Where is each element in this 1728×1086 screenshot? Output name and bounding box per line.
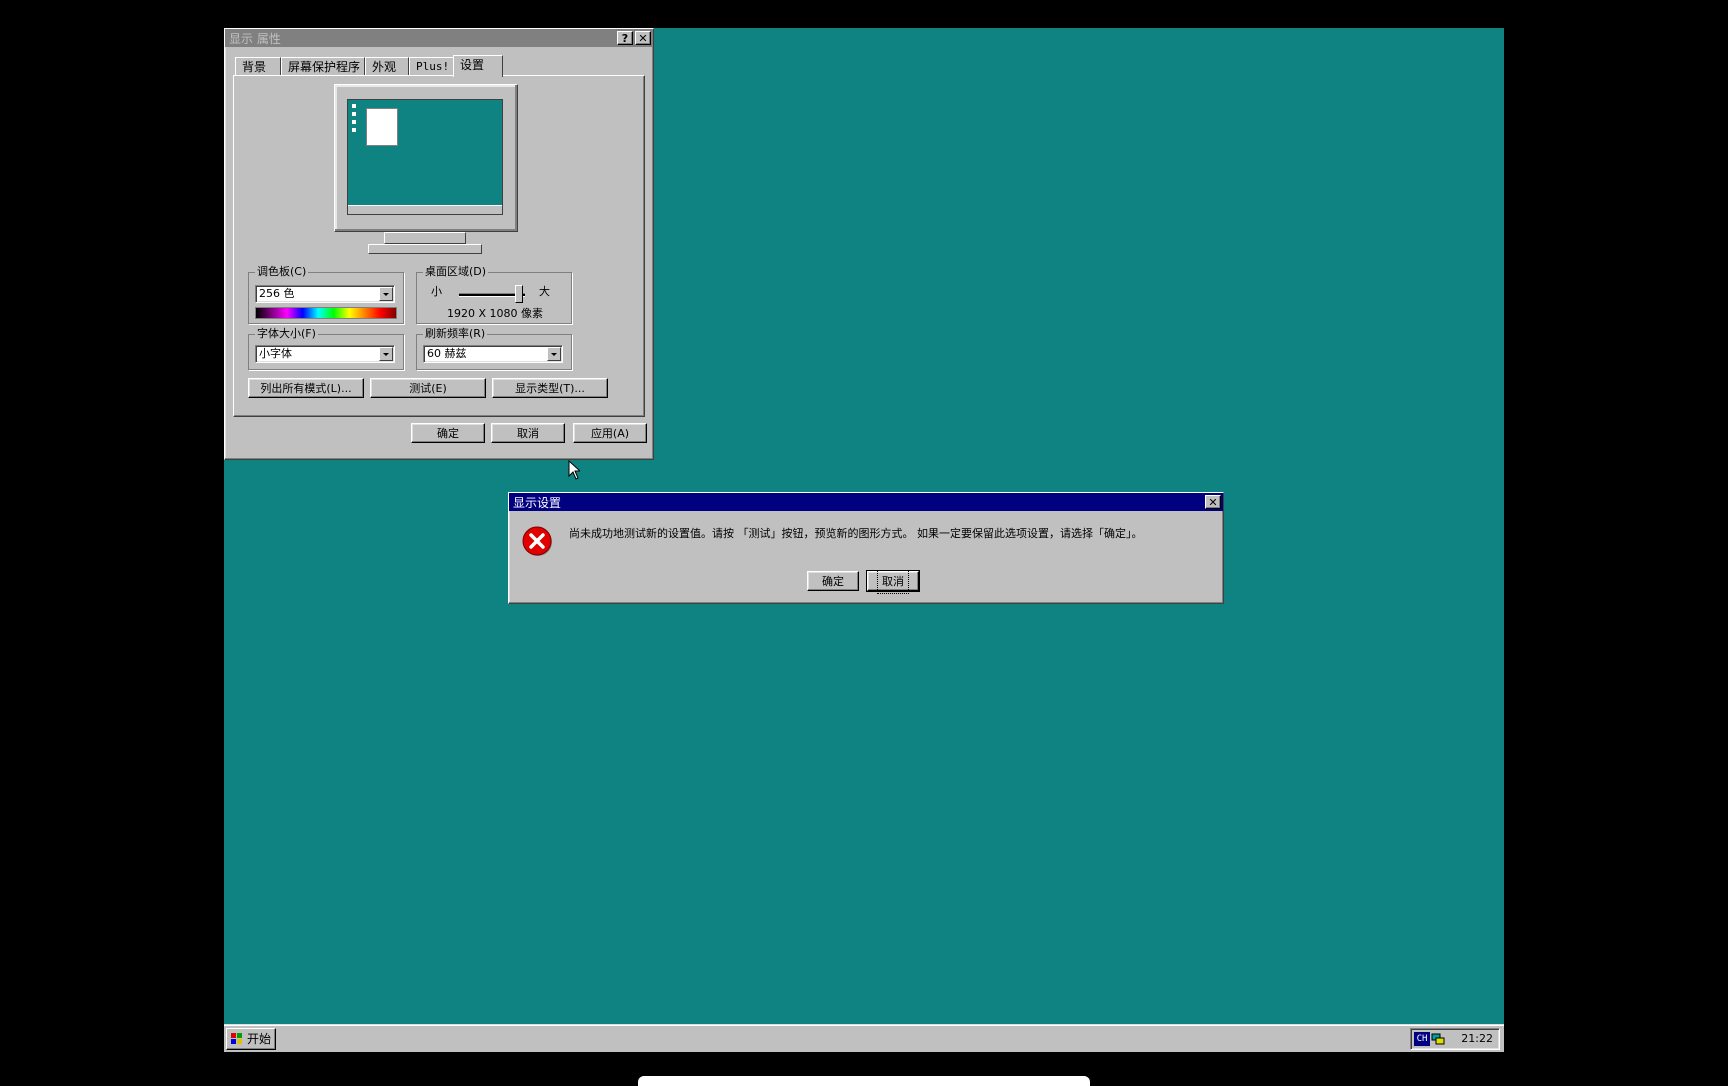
clock[interactable]: 21:22 <box>1461 1029 1493 1049</box>
mouse-cursor-icon <box>568 460 580 480</box>
start-button[interactable]: 开始 <box>226 1028 276 1050</box>
palette-value: 256 色 <box>259 287 295 300</box>
slider-max-label: 大 <box>539 285 550 298</box>
apply-button[interactable]: 应用(A) <box>573 423 647 443</box>
help-button[interactable]: ? <box>617 31 633 45</box>
window-title: 显示 属性 <box>229 31 281 46</box>
taskbar: 开始 CH 21:22 <box>224 1024 1504 1052</box>
desktop-area-group: 桌面区域(D) 小 大 1920 X 1080 像素 <box>416 265 572 324</box>
color-palette-strip <box>255 307 397 319</box>
dialog-message: 尚未成功地测试新的设置值。请按 「测试」按钮，预览新的图形方式。 如果一定要保留… <box>569 527 1143 540</box>
chevron-down-icon[interactable] <box>547 347 561 361</box>
cancel-button[interactable]: 取消 <box>491 423 565 443</box>
dialog-close-button[interactable]: ✕ <box>1205 495 1221 509</box>
dialog-cancel-button[interactable]: 取消 <box>866 570 920 594</box>
preview-window <box>366 108 398 146</box>
close-button[interactable]: ✕ <box>635 31 651 45</box>
refresh-rate-label: 刷新频率(R) <box>423 327 488 341</box>
dialog-titlebar[interactable]: 显示设置 ✕ <box>509 493 1223 511</box>
bottom-edge-bar <box>638 1076 1090 1086</box>
slider-min-label: 小 <box>431 285 442 298</box>
font-size-label: 字体大小(F) <box>255 327 318 341</box>
resolution-value: 1920 X 1080 像素 <box>447 307 544 320</box>
display-type-button[interactable]: 显示类型(T)... <box>492 378 608 398</box>
monitor-preview-screen <box>347 99 503 215</box>
tab-background[interactable]: 背景 <box>235 57 281 75</box>
tab-settings[interactable]: 设置 <box>453 55 503 77</box>
preview-taskbar <box>348 205 502 214</box>
error-icon <box>522 526 552 556</box>
start-label: 开始 <box>247 1032 272 1046</box>
dialog-title: 显示设置 <box>513 495 562 510</box>
refresh-rate-value: 60 赫兹 <box>427 347 467 360</box>
list-all-modes-button[interactable]: 列出所有模式(L)... <box>248 378 364 398</box>
dialog-ok-button[interactable]: 确定 <box>807 571 859 591</box>
chevron-down-icon[interactable] <box>379 287 393 301</box>
desktop-area-label: 桌面区域(D) <box>423 265 489 279</box>
settings-panel: 调色板(C) 256 色 桌面区域(D) 小 大 1920 X 1080 像素 … <box>233 75 645 417</box>
palette-select[interactable]: 256 色 <box>255 285 395 303</box>
tab-appearance[interactable]: 外观 <box>365 57 409 75</box>
ok-button[interactable]: 确定 <box>411 423 485 443</box>
display-settings-dialog: 显示设置 ✕ 尚未成功地测试新的设置值。请按 「测试」按钮，预览新的图形方式。 … <box>508 492 1224 604</box>
font-size-value: 小字体 <box>259 347 292 360</box>
test-button[interactable]: 测试(E) <box>370 378 486 398</box>
refresh-rate-group: 刷新频率(R) 60 赫兹 <box>416 327 572 370</box>
monitor-preview <box>334 84 518 232</box>
refresh-rate-select[interactable]: 60 赫兹 <box>423 345 563 363</box>
palette-group: 调色板(C) 256 色 <box>248 265 404 324</box>
resolution-slider-thumb[interactable] <box>515 285 523 303</box>
windows-logo-icon <box>231 1033 242 1044</box>
desktop[interactable]: 显示 属性 ? ✕ 背景 屏幕保护程序 外观 Plus! 设置 调色板(C) 2… <box>224 28 1504 1052</box>
font-size-select[interactable]: 小字体 <box>255 345 395 363</box>
display-properties-titlebar[interactable]: 显示 属性 ? ✕ <box>225 29 653 47</box>
monitor-base <box>368 244 482 254</box>
display-properties-window: 显示 属性 ? ✕ 背景 屏幕保护程序 外观 Plus! 设置 调色板(C) 2… <box>224 28 654 460</box>
system-tray: CH 21:22 <box>1410 1028 1500 1050</box>
font-size-group: 字体大小(F) 小字体 <box>248 327 404 370</box>
monitor-stand <box>384 232 466 244</box>
ime-indicator[interactable]: CH <box>1414 1032 1430 1046</box>
tab-plus[interactable]: Plus! <box>409 57 455 75</box>
palette-label: 调色板(C) <box>255 265 309 279</box>
chevron-down-icon[interactable] <box>379 347 393 361</box>
network-icon[interactable] <box>1431 1032 1445 1046</box>
tab-screensaver[interactable]: 屏幕保护程序 <box>281 57 365 75</box>
